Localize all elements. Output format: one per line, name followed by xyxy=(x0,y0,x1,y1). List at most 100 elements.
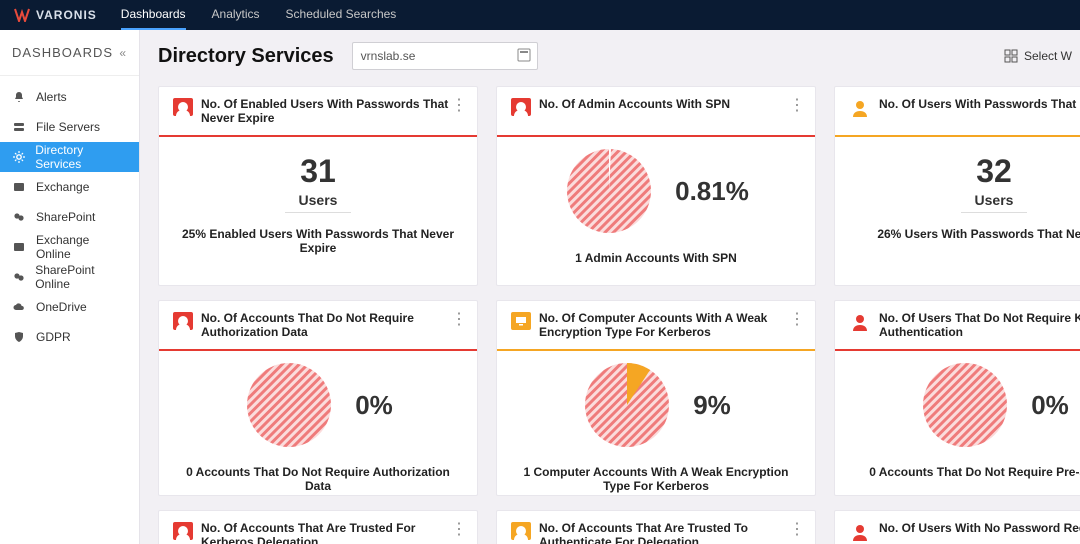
pie-percent: 0% xyxy=(355,390,393,421)
sidebar-item-label: Alerts xyxy=(36,90,67,104)
sidebar-item-sharepoint[interactable]: SharePoint xyxy=(0,202,139,232)
card-menu-icon[interactable]: ⋮ xyxy=(789,519,805,539)
card-unit: Users xyxy=(961,192,1028,213)
card-title: No. Of Users With Passwords That Never E xyxy=(879,97,1080,111)
pie-percent: 9% xyxy=(693,390,731,421)
card-weak-kerberos-encryption: No. Of Computer Accounts With A Weak Enc… xyxy=(496,300,816,496)
card-title: No. Of Accounts That Are Trusted To Auth… xyxy=(539,521,801,544)
cog-icon xyxy=(12,151,25,163)
user-icon xyxy=(849,97,871,117)
card-enabled-users-pwd-never-expire: No. Of Enabled Users With Passwords That… xyxy=(158,86,478,286)
sidebar-item-alerts[interactable]: Alerts xyxy=(0,82,139,112)
card-caption: 0 Accounts That Do Not Require Pre-authe… xyxy=(849,465,1080,479)
scope-value: vrnslab.se xyxy=(361,49,416,63)
sidebar-item-file-servers[interactable]: File Servers xyxy=(0,112,139,142)
user-badge-icon xyxy=(173,312,193,330)
sharepoint-icon xyxy=(12,271,25,283)
nav-dashboards[interactable]: Dashboards xyxy=(121,0,186,30)
sidebar-item-label: SharePoint xyxy=(36,210,95,224)
server-icon xyxy=(12,121,26,133)
sidebar-item-label: Directory Services xyxy=(35,143,127,171)
top-nav: VARONIS Dashboards Analytics Scheduled S… xyxy=(0,0,1080,30)
exchange-icon xyxy=(12,241,26,253)
user-icon xyxy=(849,521,871,541)
pie-chart xyxy=(563,145,655,237)
page-header: Directory Services vrnslab.se Select W xyxy=(158,36,1080,76)
card-trusted-auth-delegation: No. Of Accounts That Are Trusted To Auth… xyxy=(496,510,816,544)
brand-mark-icon xyxy=(14,8,30,22)
page-title: Directory Services xyxy=(158,45,334,68)
scope-selector[interactable]: vrnslab.se xyxy=(352,42,538,70)
nav-links: Dashboards Analytics Scheduled Searches xyxy=(121,0,397,30)
card-menu-icon[interactable]: ⋮ xyxy=(451,95,467,115)
card-title: No. Of Users With No Password Requireme xyxy=(879,521,1080,535)
card-caption: 25% Enabled Users With Passwords That Ne… xyxy=(173,227,463,255)
card-trusted-kerberos-delegation: No. Of Accounts That Are Trusted For Ker… xyxy=(158,510,478,544)
pie-percent: 0.81% xyxy=(675,176,749,207)
cards-grid: No. Of Enabled Users With Passwords That… xyxy=(158,86,1080,544)
card-caption: 1 Computer Accounts With A Weak Encrypti… xyxy=(511,465,801,493)
card-caption: 26% Users With Passwords That Never E xyxy=(849,227,1080,241)
cloud-icon xyxy=(12,301,26,313)
pie-percent: 0% xyxy=(1031,390,1069,421)
exchange-icon xyxy=(12,181,26,193)
sidebar-item-label: GDPR xyxy=(36,330,71,344)
sidebar-heading: DASHBOARDS xyxy=(12,45,113,60)
shield-icon xyxy=(12,331,26,343)
sidebar-item-directory-services[interactable]: Directory Services xyxy=(0,142,139,172)
pie-chart xyxy=(919,359,1011,451)
computer-badge-icon xyxy=(511,312,531,330)
nav-analytics[interactable]: Analytics xyxy=(212,0,260,30)
sidebar-item-label: File Servers xyxy=(36,120,100,134)
card-caption: 0 Accounts That Do Not Require Authoriza… xyxy=(173,465,463,493)
sharepoint-icon xyxy=(12,211,26,223)
sidebar-item-exchange[interactable]: Exchange xyxy=(0,172,139,202)
user-badge-icon xyxy=(511,522,531,540)
card-menu-icon[interactable]: ⋮ xyxy=(789,95,805,115)
card-admin-accounts-spn: No. Of Admin Accounts With SPN ⋮ 0.81% 1… xyxy=(496,86,816,286)
card-users-no-password-req: No. Of Users With No Password Requireme xyxy=(834,510,1080,544)
collapse-sidebar-icon[interactable]: « xyxy=(119,46,127,60)
user-badge-icon xyxy=(173,522,193,540)
sidebar-item-label: Exchange Online xyxy=(36,233,127,261)
pie-chart xyxy=(581,359,673,451)
card-users-pwd-never-expire: No. Of Users With Passwords That Never E… xyxy=(834,86,1080,286)
user-icon xyxy=(849,311,871,331)
card-accounts-no-auth-data: No. Of Accounts That Do Not Require Auth… xyxy=(158,300,478,496)
bell-icon xyxy=(12,91,26,103)
card-title: No. Of Accounts That Are Trusted For Ker… xyxy=(201,521,463,544)
card-unit: Users xyxy=(285,192,352,213)
sidebar-item-sharepoint-online[interactable]: SharePoint Online xyxy=(0,262,139,292)
sidebar-item-label: SharePoint Online xyxy=(35,263,127,291)
card-menu-icon[interactable]: ⋮ xyxy=(789,309,805,329)
card-users-no-kerberos-auth: No. Of Users That Do Not Require Kerbero… xyxy=(834,300,1080,496)
user-badge-icon xyxy=(173,98,193,116)
card-value: 32 xyxy=(849,153,1080,190)
sidebar-item-label: Exchange xyxy=(36,180,89,194)
brand-text: VARONIS xyxy=(36,8,97,22)
card-menu-icon[interactable]: ⋮ xyxy=(451,309,467,329)
card-title: No. Of Computer Accounts With A Weak Enc… xyxy=(539,311,801,340)
sidebar-item-label: OneDrive xyxy=(36,300,87,314)
select-widget-label: Select W xyxy=(1024,49,1072,63)
sidebar-heading-row: DASHBOARDS « xyxy=(0,30,139,76)
card-title: No. Of Enabled Users With Passwords That… xyxy=(201,97,463,126)
pie-chart xyxy=(243,359,335,451)
card-title: No. Of Admin Accounts With SPN xyxy=(539,97,730,111)
user-badge-icon xyxy=(511,98,531,116)
scope-dropdown-icon xyxy=(517,48,531,65)
sidebar-item-onedrive[interactable]: OneDrive xyxy=(0,292,139,322)
sidebar-item-exchange-online[interactable]: Exchange Online xyxy=(0,232,139,262)
card-title: No. Of Users That Do Not Require Kerbero… xyxy=(879,311,1080,340)
card-value: 31 xyxy=(173,153,463,190)
brand-logo: VARONIS xyxy=(14,8,97,22)
nav-scheduled-searches[interactable]: Scheduled Searches xyxy=(286,0,397,30)
grid-icon xyxy=(1004,49,1018,63)
sidebar: DASHBOARDS « Alerts File Servers Directo… xyxy=(0,30,140,544)
card-title: No. Of Accounts That Do Not Require Auth… xyxy=(201,311,463,340)
sidebar-items: Alerts File Servers Directory Services E… xyxy=(0,76,139,352)
select-widget-button[interactable]: Select W xyxy=(1004,49,1072,63)
card-caption: 1 Admin Accounts With SPN xyxy=(511,251,801,265)
sidebar-item-gdpr[interactable]: GDPR xyxy=(0,322,139,352)
card-menu-icon[interactable]: ⋮ xyxy=(451,519,467,539)
